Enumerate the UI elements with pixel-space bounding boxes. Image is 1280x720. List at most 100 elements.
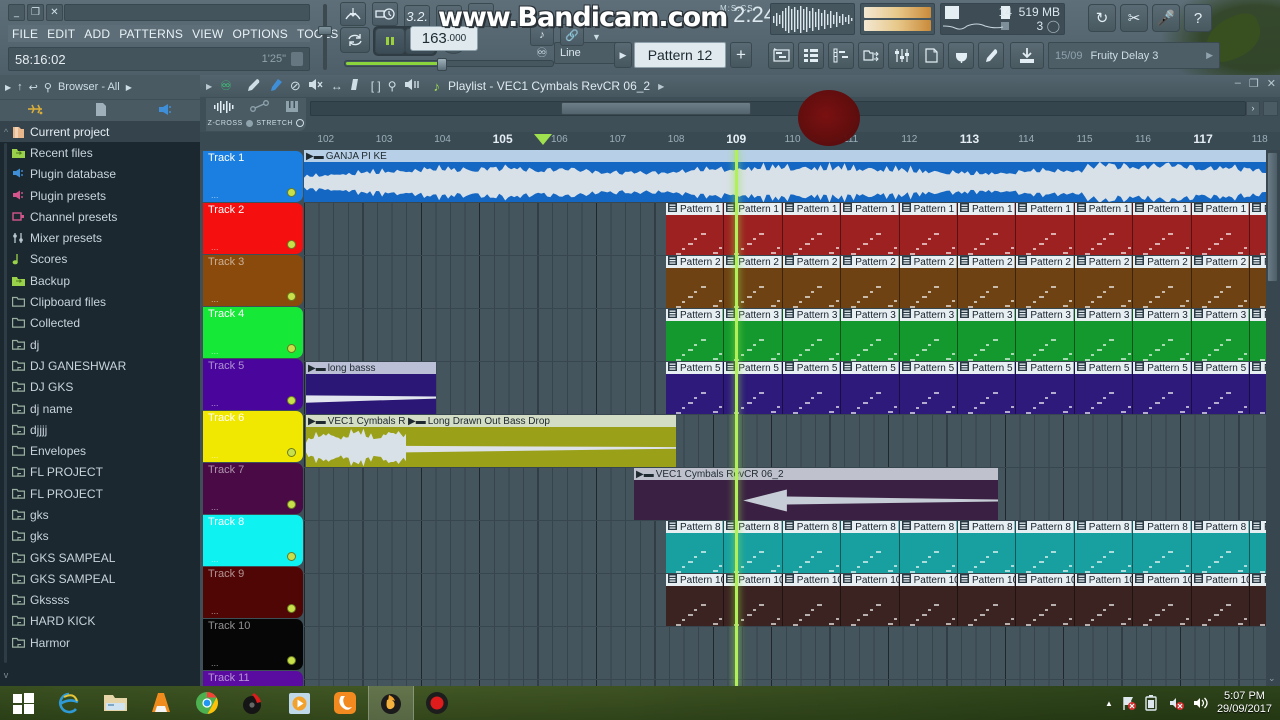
vertical-scrollbar-thumb[interactable] [1267, 152, 1278, 282]
track-header-4[interactable]: Track 4... [203, 307, 303, 358]
track-enable-led[interactable] [287, 396, 296, 405]
pattern-clip[interactable]: Pattern 10 [958, 574, 1018, 626]
close-button[interactable]: ✕ [46, 4, 63, 21]
browser-up-icon[interactable]: ↑ [17, 81, 23, 93]
pattern-clip[interactable]: Pattern 8 [1191, 521, 1250, 573]
pattern-clip[interactable]: Pattern 3 [899, 309, 958, 361]
audio-clip[interactable]: ▶▬VEC1 Cymbals RevCR 0 [306, 415, 406, 467]
browser-menu-arrow-icon[interactable]: ▶ [5, 83, 11, 92]
browser-item-fl-project[interactable]: FL PROJECT [0, 483, 200, 504]
zcross-toggle[interactable] [246, 119, 254, 127]
track-lane-10[interactable] [304, 627, 1280, 680]
audio-clip[interactable]: ▶▬ Long Drawn Out Bass Drop [406, 415, 676, 467]
browser-item-gks[interactable]: gks [0, 526, 200, 547]
pattern-clip[interactable]: Pattern 1 [1191, 203, 1250, 255]
browser-scrollbar[interactable] [4, 143, 7, 663]
track-header-6[interactable]: Track 6... [203, 411, 303, 462]
browser-item-dj-name[interactable]: dj name [0, 398, 200, 419]
bandicam-taskbar-icon[interactable] [414, 686, 460, 720]
browser-scroll-down-icon[interactable]: v [1, 670, 11, 682]
track-lane-8[interactable]: Pattern 8 Pattern 8 Pattern 8 Pattern 8 Patt… [304, 521, 1280, 574]
speaker-icon[interactable] [1193, 695, 1209, 711]
song-position-marker[interactable] [534, 134, 552, 145]
pattern-clip[interactable]: Pattern 8 [782, 521, 842, 573]
microphone-icon[interactable]: 🎤 [1152, 4, 1180, 32]
scissors-icon[interactable]: ✂ [1120, 4, 1148, 32]
playlist-menu-arrow-icon[interactable]: ▶ [206, 82, 212, 91]
pattern-clip[interactable]: Pattern 2 [958, 256, 1017, 308]
track-lane-5[interactable]: Pattern 5 Pattern 5 Pattern 5 Pattern 5 Patt… [304, 362, 1280, 415]
pattern-clip[interactable]: Pattern 10 [666, 574, 726, 626]
pattern-clip[interactable]: Pattern 10 [1191, 574, 1252, 626]
pattern-clip[interactable]: Pattern 2 [724, 256, 783, 308]
file-explorer-icon[interactable] [92, 686, 138, 720]
pattern-clip[interactable]: Pattern 3 [782, 309, 842, 361]
browser-back-icon[interactable]: ↩ [29, 81, 38, 94]
pattern-clip[interactable]: Pattern 5 [1016, 362, 1075, 414]
pattern-clip[interactable]: Pattern 1 [841, 203, 900, 255]
track-header-10[interactable]: Track 10... [203, 619, 303, 670]
pattern-clip[interactable]: Pattern 1 [1133, 203, 1192, 255]
browser-item-dj-gks[interactable]: DJ GKS [0, 377, 200, 398]
nero-icon[interactable] [230, 686, 276, 720]
pattern-clip[interactable]: Pattern 5 [958, 362, 1017, 414]
pattern-clip[interactable]: Pattern 10 [782, 574, 843, 626]
slider-knob[interactable] [318, 26, 332, 35]
track-enable-led[interactable] [287, 656, 296, 665]
browser-star-icon[interactable] [25, 102, 45, 119]
track-enable-led[interactable] [287, 240, 296, 249]
metronome-clock-icon[interactable] [372, 2, 399, 26]
pattern-clip[interactable]: Pattern 8 [1074, 521, 1134, 573]
volume-muted-icon[interactable] [1169, 695, 1185, 711]
scrollbar-thumb[interactable] [561, 102, 751, 115]
track-header-5[interactable]: Track 5... [203, 359, 303, 410]
pattern-clip[interactable]: Pattern 8 [666, 521, 725, 573]
menu-item-add[interactable]: ADD [84, 27, 110, 41]
track-enable-led[interactable] [287, 500, 296, 509]
playlist-maximize-button[interactable]: ❐ [1249, 77, 1259, 90]
audio-clip[interactable]: ▶▬ VEC1 Cymbals RevCR 06_2 [634, 468, 998, 520]
browser-item-gks-sampeal[interactable]: GKS SAMPEAL [0, 568, 200, 589]
taskbar-clock[interactable]: 5:07 PM 29/09/2017 [1217, 690, 1276, 716]
paint-tool-icon[interactable] [268, 78, 283, 95]
pattern-clip[interactable]: Pattern 1 [1016, 203, 1075, 255]
pattern-clip[interactable]: Pattern 5 [1133, 362, 1192, 414]
slip-tool-icon[interactable]: ↔ [331, 79, 343, 93]
headphone-icon[interactable]: ♾ [220, 78, 232, 94]
track-enable-led[interactable] [287, 448, 296, 457]
pattern-position-slider[interactable] [344, 58, 554, 71]
track-enable-led[interactable] [287, 604, 296, 613]
browser-item-gks[interactable]: gks [0, 504, 200, 525]
pattern-clip[interactable]: Pattern 8 [724, 521, 783, 573]
browser-item-clipboard-files[interactable]: Clipboard files [0, 291, 200, 312]
pattern-clip[interactable]: Pattern 10 [1016, 574, 1077, 626]
track-lane-9[interactable]: Pattern 10 Pattern 10 Pattern 10 Pattern 10… [304, 574, 1280, 627]
pattern-clip[interactable]: Pattern 2 [1191, 256, 1250, 308]
project-title-field[interactable] [64, 4, 310, 21]
pattern-clip[interactable]: Pattern 1 [724, 203, 783, 255]
track-lane-1[interactable]: ▶▬ GANJA PI KE [304, 150, 1280, 203]
track-header-1[interactable]: Track 1... [203, 151, 303, 202]
track-lane-6[interactable]: ▶▬VEC1 Cymbals RevCR 0▶▬Long Drawn Out B… [304, 415, 1280, 468]
pattern-clip[interactable]: Pattern 1 [666, 203, 725, 255]
battery-icon[interactable] [1145, 695, 1161, 711]
pattern-clip[interactable]: Pattern 1 [958, 203, 1017, 255]
zoom-corner-button[interactable] [1263, 101, 1278, 116]
track-lane-2[interactable]: Pattern 1 Pattern 1 Pattern 1 Pattern 1 Patt… [304, 203, 1280, 256]
google-chrome-icon[interactable] [184, 686, 230, 720]
menu-item-patterns[interactable]: PATTERNS [119, 27, 183, 41]
menu-item-edit[interactable]: EDIT [47, 27, 75, 41]
pattern-clip[interactable]: Pattern 1 [782, 203, 842, 255]
pattern-clip[interactable]: Pattern 5 [782, 362, 842, 414]
browser-tree[interactable]: ^ v Current project Recent files Plugin da… [0, 121, 200, 686]
browser-item-recent-files[interactable]: Recent files [0, 142, 200, 163]
pattern-clip[interactable]: Pattern 10 [841, 574, 901, 626]
play-pause-button[interactable] [375, 28, 406, 54]
pattern-clip[interactable]: Pattern 2 [841, 256, 900, 308]
vertical-scrollbar[interactable]: ⌄ [1266, 150, 1280, 686]
tray-expand-icon[interactable]: ▲ [1105, 699, 1113, 708]
media-player-icon[interactable] [276, 686, 322, 720]
playlist-minimize-button[interactable]: – [1235, 77, 1241, 90]
browser-item-plugin-presets[interactable]: Plugin presets [0, 185, 200, 206]
pattern-clip[interactable]: Pattern 3 [1074, 309, 1134, 361]
